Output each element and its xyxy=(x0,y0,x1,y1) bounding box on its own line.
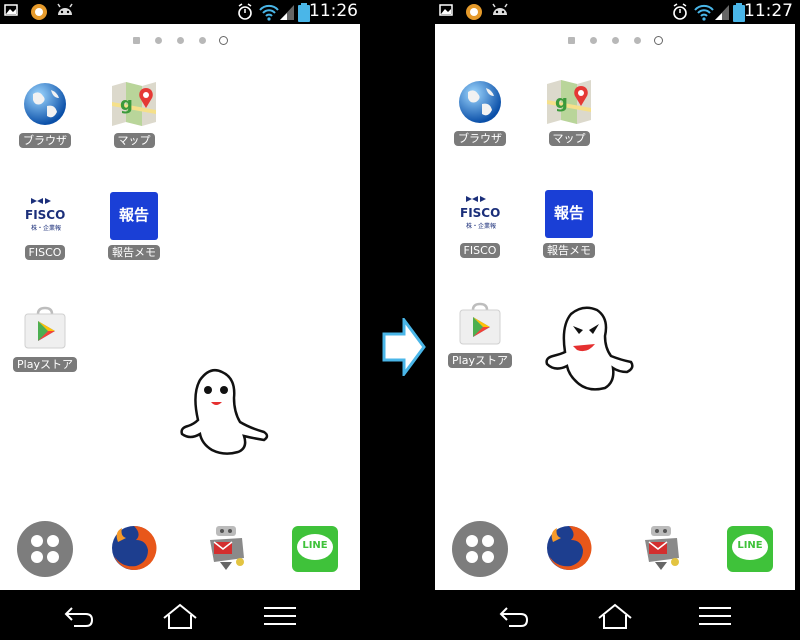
app-label: ブラウザ xyxy=(454,131,506,146)
status-time: 11:26 xyxy=(309,1,358,21)
menu-icon[interactable] xyxy=(695,602,735,630)
robot-mail-icon[interactable] xyxy=(202,520,254,572)
svg-text:FISCO: FISCO xyxy=(460,206,500,220)
back-icon[interactable] xyxy=(58,602,98,630)
home-screen: ブラウザ g マップ FISCO 株・企業報 FISCO 報告 報告メモ Pla… xyxy=(435,24,795,590)
app-browser[interactable]: ブラウザ xyxy=(440,78,520,146)
gallery-notification-icon xyxy=(439,4,453,16)
navigation-bar xyxy=(435,592,799,640)
play-store-icon xyxy=(21,304,69,352)
app-label: 報告メモ xyxy=(543,243,595,258)
app-notification-icon xyxy=(466,4,482,20)
page-indicator-dot[interactable] xyxy=(133,37,140,44)
app-play-store[interactable]: Playストア xyxy=(440,300,520,368)
page-indicator-dot[interactable] xyxy=(177,37,184,44)
app-browser[interactable]: ブラウザ xyxy=(5,80,85,148)
status-bar: 11:26 xyxy=(0,0,364,24)
wifi-icon xyxy=(259,4,279,21)
play-store-icon xyxy=(456,300,504,348)
page-indicator-dot[interactable] xyxy=(155,37,162,44)
home-icon[interactable] xyxy=(595,602,635,630)
wifi-icon xyxy=(694,4,714,21)
svg-text:g: g xyxy=(120,94,133,115)
app-label: Playストア xyxy=(13,357,77,372)
app-report-memo[interactable]: 報告 報告メモ xyxy=(94,192,174,260)
firefox-icon[interactable] xyxy=(543,522,595,574)
line-icon[interactable]: LINE xyxy=(292,526,338,572)
app-label: FISCO xyxy=(24,245,66,260)
app-label: マップ xyxy=(113,133,155,148)
app-label: ブラウザ xyxy=(19,133,71,148)
page-indicator-dot[interactable] xyxy=(634,37,641,44)
maps-icon: g xyxy=(545,78,593,126)
fisco-logo-icon: FISCO 株・企業報 xyxy=(21,192,69,240)
menu-icon[interactable] xyxy=(260,602,300,630)
svg-text:株・企業報: 株・企業報 xyxy=(31,224,61,232)
app-fisco[interactable]: FISCO 株・企業報 FISCO xyxy=(440,190,520,258)
back-icon[interactable] xyxy=(493,602,533,630)
ghost-widget[interactable] xyxy=(178,364,276,458)
fisco-logo-icon: FISCO 株・企業報 xyxy=(456,190,504,238)
signal-icon xyxy=(715,5,729,20)
phone-screen-before: 11:26 ブラウザ g マップ FISCO 株・企業報 FISCO 報告 報告… xyxy=(0,0,364,640)
app-label: マップ xyxy=(548,131,590,146)
android-notification-icon xyxy=(57,3,73,15)
line-icon[interactable]: LINE xyxy=(727,526,773,572)
app-fisco[interactable]: FISCO 株・企業報 FISCO xyxy=(5,192,85,260)
page-indicator xyxy=(435,34,795,46)
page-indicator-dot[interactable] xyxy=(568,37,575,44)
page-indicator-dot-current[interactable] xyxy=(219,36,228,45)
android-notification-icon xyxy=(492,3,508,15)
app-play-store[interactable]: Playストア xyxy=(5,304,85,372)
alarm-icon xyxy=(238,3,252,20)
memo-icon: 報告 xyxy=(545,190,593,238)
app-maps[interactable]: g マップ xyxy=(529,78,609,146)
app-label: 報告メモ xyxy=(108,245,160,260)
alarm-icon xyxy=(673,3,687,20)
maps-icon: g xyxy=(110,80,158,128)
gallery-notification-icon xyxy=(4,4,18,16)
navigation-bar xyxy=(0,592,364,640)
app-notification-icon xyxy=(31,4,47,20)
page-indicator-dot[interactable] xyxy=(612,37,619,44)
page-indicator-dot-current[interactable] xyxy=(654,36,663,45)
status-time: 11:27 xyxy=(744,1,793,21)
firefox-icon[interactable] xyxy=(108,522,160,574)
svg-text:FISCO: FISCO xyxy=(25,208,65,222)
app-label: Playストア xyxy=(448,353,512,368)
app-drawer-icon[interactable] xyxy=(451,520,509,578)
page-indicator xyxy=(0,34,360,46)
home-screen: ブラウザ g マップ FISCO 株・企業報 FISCO 報告 報告メモ Pla… xyxy=(0,24,360,590)
ghost-widget[interactable] xyxy=(543,302,637,394)
status-bar: 11:27 xyxy=(435,0,799,24)
page-indicator-dot[interactable] xyxy=(199,37,206,44)
robot-mail-icon[interactable] xyxy=(637,520,689,572)
home-icon[interactable] xyxy=(160,602,200,630)
globe-icon xyxy=(21,80,69,128)
signal-icon xyxy=(280,5,294,20)
phone-screen-after: 11:27 ブラウザ g マップ FISCO 株・企業報 FISCO 報告 報告… xyxy=(435,0,799,640)
globe-icon xyxy=(456,78,504,126)
svg-text:株・企業報: 株・企業報 xyxy=(466,222,496,230)
svg-text:g: g xyxy=(555,92,568,113)
app-label: FISCO xyxy=(459,243,501,258)
app-maps[interactable]: g マップ xyxy=(94,80,174,148)
memo-icon: 報告 xyxy=(110,192,158,240)
app-report-memo[interactable]: 報告 報告メモ xyxy=(529,190,609,258)
page-indicator-dot[interactable] xyxy=(590,37,597,44)
app-drawer-icon[interactable] xyxy=(16,520,74,578)
transition-arrow-icon xyxy=(382,318,426,376)
